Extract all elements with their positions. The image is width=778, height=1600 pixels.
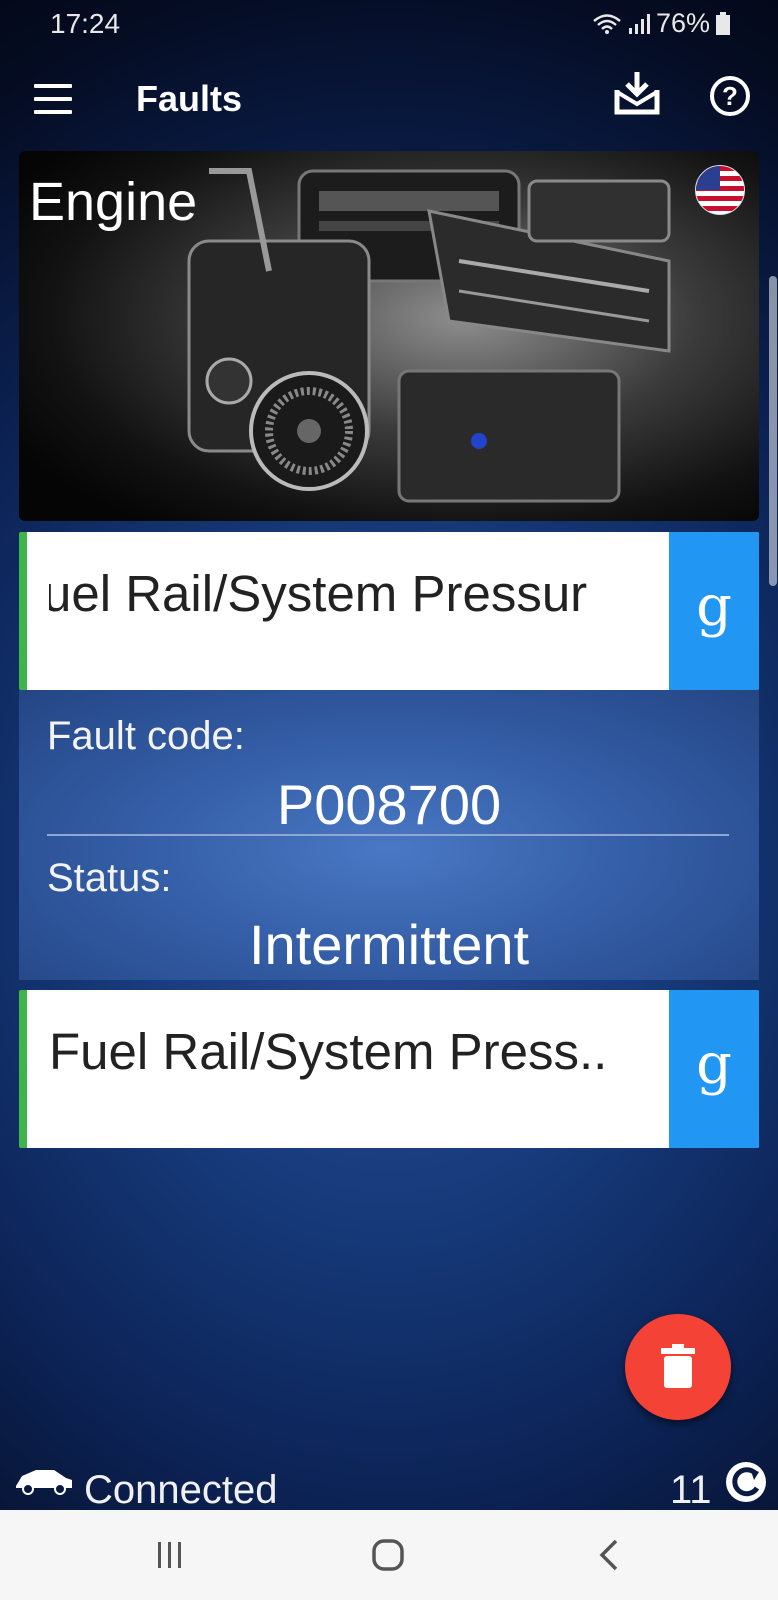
status-time: 17:24 (50, 8, 121, 39)
google-search-button[interactable]: g (669, 990, 759, 1148)
us-flag-icon[interactable] (695, 165, 745, 215)
fault-row[interactable]: Fuel Rail/System Press.. g (19, 990, 759, 1148)
fault-code-value: P008700 (276, 773, 502, 836)
recent-apps-icon[interactable] (140, 1532, 200, 1578)
refresh-icon[interactable] (726, 1462, 766, 1502)
divider (47, 834, 729, 836)
system-nav-bar (0, 1510, 778, 1600)
wifi-icon (593, 13, 621, 34)
status-label: Status: (47, 856, 172, 900)
trash-icon (661, 1344, 695, 1388)
google-search-button[interactable]: g (669, 532, 759, 690)
engine-title: Engine (29, 172, 198, 232)
battery-percent: 76% (655, 8, 710, 38)
fault-row[interactable]: uel Rail/System Pressur g (19, 532, 759, 690)
status-right: 76% (592, 8, 730, 39)
delete-button[interactable] (625, 1314, 731, 1420)
status-bar: 17:24 76% (0, 0, 778, 50)
fault-code-label: Fault code: (47, 714, 245, 758)
download-inbox-icon[interactable] (614, 70, 660, 116)
signal-icon (628, 13, 650, 34)
menu-icon[interactable] (34, 84, 72, 114)
fault-description: Fuel Rail/System Press.. (49, 1023, 608, 1080)
car-icon (16, 1470, 72, 1495)
battery-icon (716, 11, 730, 35)
page-title: Faults (136, 78, 243, 119)
status-value: Intermittent (248, 913, 530, 976)
connection-bar: Connected 11 (0, 1460, 778, 1510)
fault-description: uel Rail/System Pressur (49, 565, 588, 622)
fault-count: 11 (670, 1468, 712, 1510)
app-bar: Faults ? (0, 60, 778, 140)
fault-details-panel: Fault code: P008700 Status: Intermittent (19, 690, 759, 980)
connection-status: Connected (84, 1468, 278, 1510)
home-icon[interactable] (358, 1532, 418, 1578)
scrollbar[interactable] (769, 276, 777, 586)
help-icon[interactable]: ? (710, 76, 750, 116)
engine-image (187, 168, 671, 503)
back-icon[interactable] (580, 1532, 640, 1578)
engine-card: Engine (19, 151, 759, 521)
